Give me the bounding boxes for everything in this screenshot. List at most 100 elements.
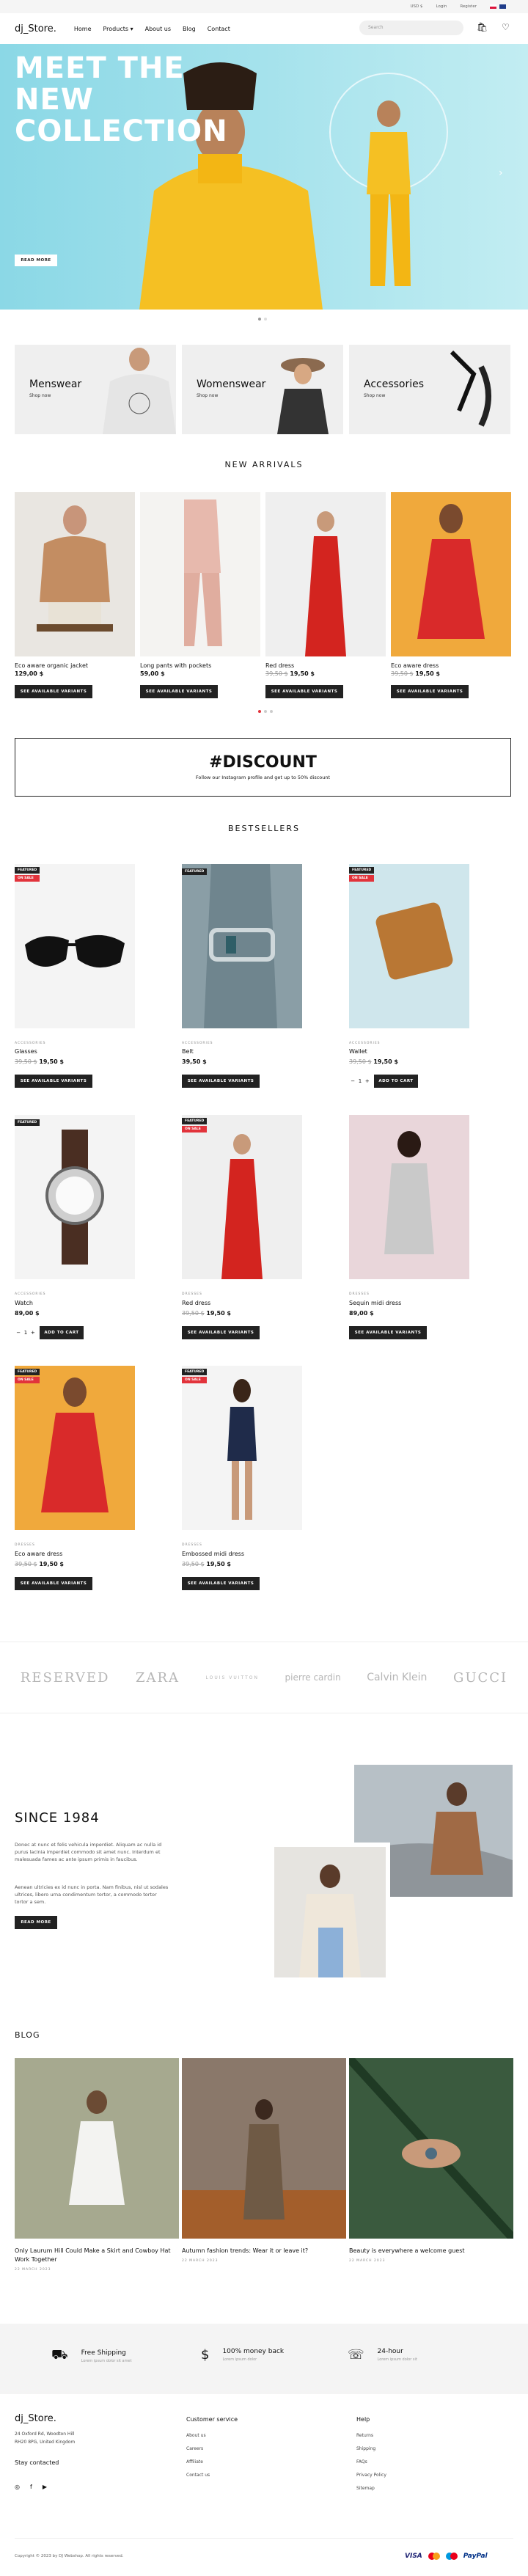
product-name[interactable]: Glasses — [15, 1048, 37, 1055]
minus-icon[interactable]: − — [16, 1330, 21, 1336]
product-name[interactable]: Eco aware dress — [15, 1551, 62, 1557]
product-image[interactable] — [15, 1366, 135, 1530]
facebook-icon[interactable]: f — [30, 2484, 32, 2490]
cart-icon[interactable]: 🛍 — [477, 22, 488, 32]
plus-icon[interactable]: + — [31, 1330, 35, 1336]
footer-link-careers[interactable]: Careers — [186, 2443, 203, 2456]
instagram-icon[interactable]: ◎ — [15, 2484, 20, 2490]
category-card-accessories[interactable]: Accessories Shop now — [349, 345, 510, 434]
footer-link-shipping[interactable]: Shipping — [356, 2443, 375, 2456]
discount-banner[interactable]: #DISCOUNT Follow our Instagram profile a… — [15, 738, 511, 797]
product-image[interactable] — [391, 492, 511, 656]
since-read-more-button[interactable]: READ MORE — [15, 1916, 57, 1929]
hero-read-more-button[interactable]: READ MORE — [15, 255, 57, 266]
add-to-cart-button[interactable]: ADD TO CART — [374, 1075, 418, 1088]
see-variants-button[interactable]: SEE AVAILABLE VARIANTS — [182, 1075, 260, 1088]
see-variants-button[interactable]: SEE AVAILABLE VARIANTS — [140, 685, 218, 698]
register-link[interactable]: Register — [460, 4, 477, 9]
brand-logo-louis-vuitton[interactable]: LOUIS VUITTON — [206, 1675, 259, 1680]
product-name[interactable]: Watch — [15, 1300, 33, 1306]
quantity-value[interactable]: 1 — [24, 1330, 27, 1336]
nav-contact[interactable]: Contact — [208, 26, 230, 32]
blog-image[interactable] — [349, 2058, 513, 2239]
nav-home[interactable]: Home — [74, 26, 92, 32]
flag-gb-icon[interactable] — [499, 4, 506, 9]
footer-link-returns[interactable]: Returns — [356, 2429, 373, 2443]
brand-logo-pierre-cardin[interactable]: pierre cardin — [285, 1672, 341, 1683]
product-name[interactable]: Embossed midi dress — [182, 1551, 244, 1557]
nav-products[interactable]: Products ▾ — [103, 26, 133, 32]
login-link[interactable]: Login — [436, 4, 447, 9]
product-image[interactable] — [140, 492, 260, 656]
product-image[interactable] — [349, 1115, 469, 1279]
logo[interactable]: dj_Store. — [15, 23, 56, 34]
product-name[interactable]: Red dress — [265, 662, 294, 669]
footer-link-sitemap[interactable]: Sitemap — [356, 2482, 375, 2495]
product-image[interactable] — [182, 1115, 302, 1279]
blog-post-title[interactable]: Only Laurum Hill Could Make a Skirt and … — [15, 2247, 179, 2264]
add-to-cart-button[interactable]: ADD TO CART — [40, 1326, 84, 1339]
category-link[interactable]: Shop now — [197, 393, 218, 398]
product-name[interactable]: Sequin midi dress — [349, 1300, 401, 1306]
hero-pagination-dots[interactable] — [258, 318, 267, 321]
footer-link-affiliate[interactable]: Affiliate — [186, 2456, 203, 2469]
old-price: 39,50 $ — [182, 1310, 205, 1317]
language-flags[interactable] — [490, 4, 506, 9]
category-card-menswear[interactable]: Menswear Shop now — [15, 345, 176, 434]
product-name[interactable]: Eco aware organic jacket — [15, 662, 88, 669]
sale-price: 19,50 $ — [39, 1561, 64, 1567]
search-input[interactable]: Search — [359, 21, 463, 35]
footer-link-faqs[interactable]: FAQs — [356, 2456, 367, 2469]
footer-link-privacy[interactable]: Privacy Policy — [356, 2469, 386, 2482]
nav-about[interactable]: About us — [145, 26, 171, 32]
category-link[interactable]: Shop now — [29, 393, 51, 398]
product-image[interactable] — [265, 492, 386, 656]
product-name[interactable]: Eco aware dress — [391, 662, 439, 669]
footer-link-about[interactable]: About us — [186, 2429, 206, 2443]
see-variants-button[interactable]: SEE AVAILABLE VARIANTS — [15, 1075, 92, 1088]
blog-post-title[interactable]: Autumn fashion trends: Wear it or leave … — [182, 2247, 346, 2255]
minus-icon[interactable]: − — [351, 1078, 355, 1084]
see-variants-button[interactable]: SEE AVAILABLE VARIANTS — [182, 1326, 260, 1339]
quantity-value[interactable]: 1 — [359, 1078, 362, 1084]
youtube-icon[interactable]: ▶ — [43, 2484, 47, 2490]
blog-image[interactable] — [15, 2058, 179, 2239]
see-variants-button[interactable]: SEE AVAILABLE VARIANTS — [265, 685, 343, 698]
quantity-stepper[interactable]: −1 + — [15, 1326, 37, 1339]
footer-logo[interactable]: dj_Store. — [15, 2413, 56, 2424]
blog-image[interactable] — [182, 2058, 346, 2239]
product-tags: FEATURED ON SALE — [182, 1369, 208, 1383]
brand-logo-calvin-klein[interactable]: Calvin Klein — [367, 1672, 427, 1683]
brand-logo-reserved[interactable]: RESERVED — [21, 1670, 110, 1686]
see-variants-button[interactable]: SEE AVAILABLE VARIANTS — [349, 1326, 427, 1339]
brand-logo-zara[interactable]: ZARA — [136, 1670, 180, 1686]
product-image[interactable] — [15, 1115, 135, 1279]
product-name[interactable]: Red dress — [182, 1300, 210, 1306]
nav-blog[interactable]: Blog — [183, 26, 196, 32]
product-name[interactable]: Belt — [182, 1048, 194, 1055]
see-variants-button[interactable]: SEE AVAILABLE VARIANTS — [15, 1577, 92, 1590]
flag-pl-icon[interactable] — [490, 4, 496, 9]
brand-logo-gucci[interactable]: GUCCI — [453, 1670, 507, 1686]
see-variants-button[interactable]: SEE AVAILABLE VARIANTS — [15, 685, 92, 698]
product-name[interactable]: Wallet — [349, 1048, 367, 1055]
currency-selector[interactable]: USD $ — [411, 4, 423, 9]
carousel-dots[interactable] — [258, 710, 273, 713]
category-card-womenswear[interactable]: Womenswear Shop now — [182, 345, 343, 434]
blog-post-title[interactable]: Beauty is everywhere a welcome guest — [349, 2247, 513, 2255]
blog-title: BLOG — [15, 2030, 40, 2040]
product-image[interactable] — [182, 864, 302, 1028]
see-variants-button[interactable]: SEE AVAILABLE VARIANTS — [182, 1577, 260, 1590]
product-image[interactable] — [349, 864, 469, 1028]
quantity-stepper[interactable]: −1 + — [349, 1075, 371, 1088]
see-variants-button[interactable]: SEE AVAILABLE VARIANTS — [391, 685, 469, 698]
category-link[interactable]: Shop now — [364, 393, 385, 398]
plus-icon[interactable]: + — [365, 1078, 370, 1084]
product-name[interactable]: Long pants with pockets — [140, 662, 211, 669]
product-image[interactable] — [182, 1366, 302, 1530]
footer-link-contact[interactable]: Contact us — [186, 2469, 210, 2482]
sale-badge: ON SALE — [182, 1377, 208, 1383]
product-image[interactable] — [15, 864, 135, 1028]
wishlist-icon[interactable]: ♡ — [502, 22, 510, 32]
product-image[interactable] — [15, 492, 135, 656]
